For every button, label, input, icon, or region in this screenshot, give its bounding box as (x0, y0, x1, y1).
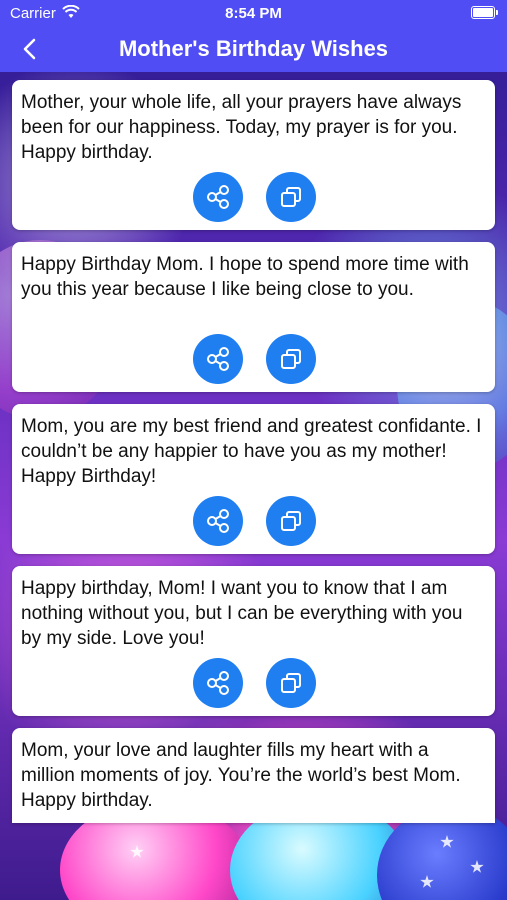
battery-icon (471, 6, 498, 19)
wish-text: Happy Birthday Mom. I hope to spend more… (21, 254, 469, 300)
card-actions (12, 658, 495, 708)
card-actions (12, 334, 495, 384)
share-icon (207, 509, 229, 533)
card-actions (12, 172, 495, 222)
wish-card: Mom, your love and laughter fills my hea… (12, 728, 495, 823)
page-title: Mother's Birthday Wishes (118, 36, 389, 61)
copy-icon (281, 349, 301, 369)
copy-icon (281, 187, 301, 207)
copy-icon (281, 673, 301, 693)
share-button[interactable] (193, 496, 243, 546)
copy-button[interactable] (266, 496, 316, 546)
share-icon (207, 185, 229, 209)
wish-text: Mother, your whole life, all your prayer… (21, 92, 462, 163)
copy-button[interactable] (266, 658, 316, 708)
status-bar: Carrier 8:54 PM (0, 0, 507, 28)
wish-card: Mother, your whole life, all your prayer… (12, 80, 495, 230)
wish-card: Happy Birthday Mom. I hope to spend more… (12, 242, 495, 392)
wish-text: Mom, you are my best friend and greatest… (21, 416, 482, 487)
navigation-bar: Mother's Birthday Wishes (0, 28, 507, 72)
share-button[interactable] (193, 334, 243, 384)
wish-card: Happy birthday, Mom! I want you to know … (12, 566, 495, 716)
share-icon (207, 347, 229, 371)
wish-text: Mom, your love and laughter fills my hea… (21, 740, 461, 811)
clock: 8:54 PM (225, 5, 282, 22)
share-button[interactable] (193, 658, 243, 708)
copy-button[interactable] (266, 334, 316, 384)
wish-card: Mom, you are my best friend and greatest… (12, 404, 495, 554)
copy-icon (281, 511, 301, 531)
share-icon (207, 671, 229, 695)
card-actions (12, 496, 495, 546)
copy-button[interactable] (266, 172, 316, 222)
wish-text: Happy birthday, Mom! I want you to know … (21, 578, 463, 649)
wish-list[interactable]: Mother, your whole life, all your prayer… (0, 72, 507, 900)
share-button[interactable] (193, 172, 243, 222)
